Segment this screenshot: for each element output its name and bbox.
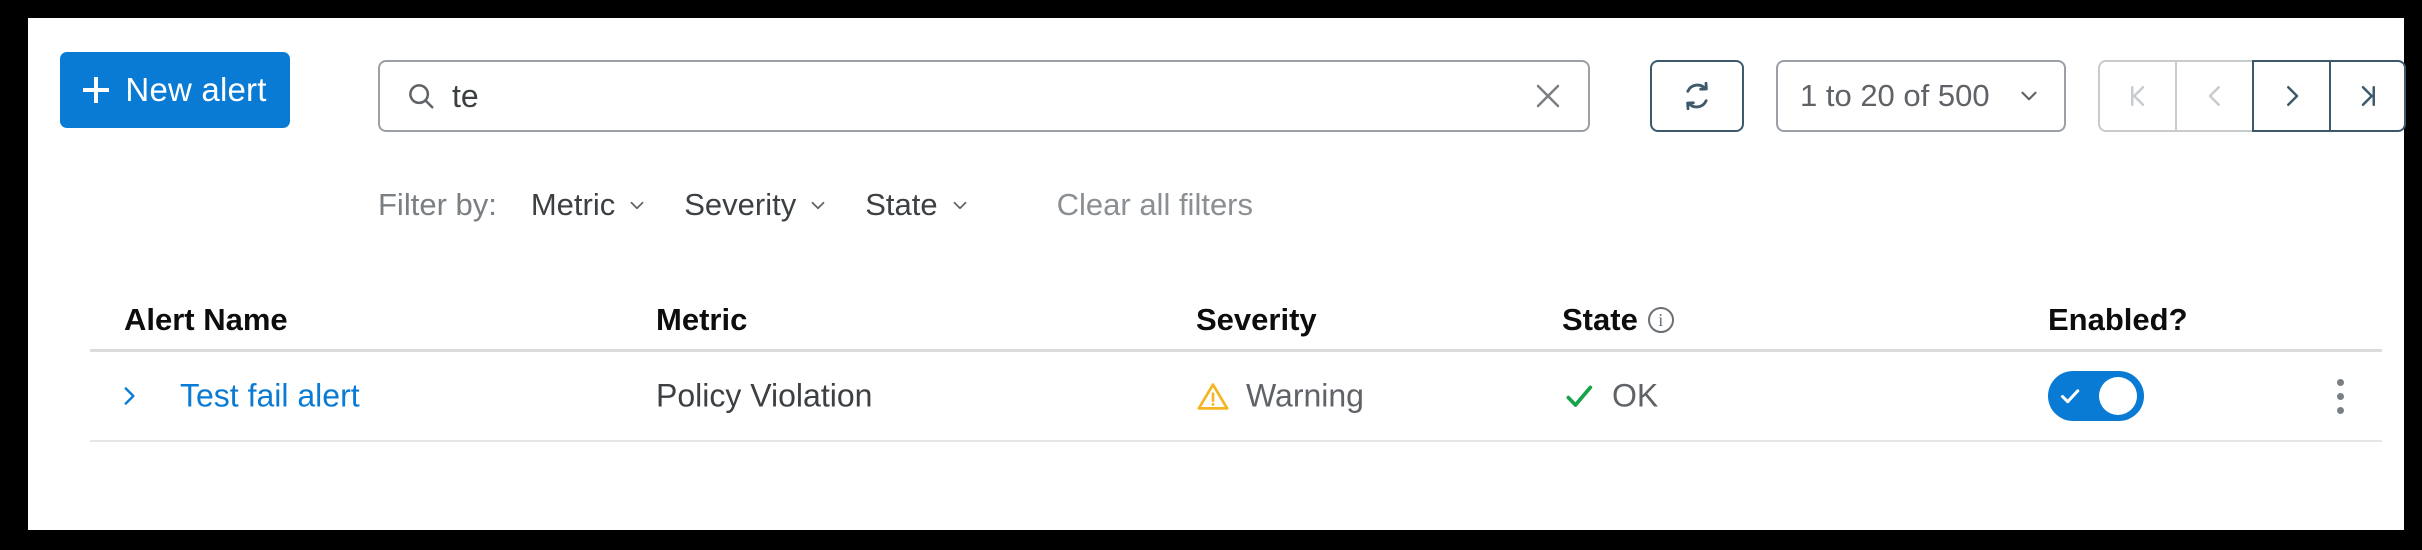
- row-expand-button[interactable]: [112, 376, 146, 416]
- filter-dropdown-state-label: State: [865, 187, 938, 222]
- kebab-menu-icon: [2336, 392, 2344, 400]
- toolbar: New alert te 1 to 20 of 500: [28, 18, 2406, 158]
- refresh-button[interactable]: [1650, 60, 1744, 132]
- search-icon: [409, 84, 434, 109]
- cell-alert-name: Test fail alert: [180, 378, 360, 415]
- row-menu-button[interactable]: [2318, 372, 2362, 420]
- chevron-down-icon: [953, 201, 966, 210]
- table-row: Test fail alert Policy Violation Warning: [90, 352, 2382, 442]
- severity-label: Warning: [1246, 377, 1364, 414]
- chevron-down-icon: [811, 201, 825, 210]
- column-header-severity: Severity: [1196, 302, 1317, 337]
- table-header-row: Alert Name Metric Severity State i Enabl…: [90, 280, 2382, 352]
- cell-severity: Warning: [1196, 378, 1364, 415]
- filter-dropdown-metric[interactable]: Metric: [531, 187, 648, 223]
- filter-dropdown-severity-label: Severity: [684, 187, 797, 222]
- column-header-state-label: State: [1562, 302, 1638, 337]
- check-icon: [2061, 389, 2080, 404]
- filter-by-label: Filter by:: [378, 187, 497, 222]
- first-page-icon: [2130, 86, 2144, 106]
- column-header-metric: Metric: [656, 302, 748, 337]
- search-input[interactable]: [452, 62, 1492, 130]
- pagination-controls: [2098, 60, 2406, 132]
- search-field[interactable]: [378, 60, 1590, 132]
- alerts-page: New alert te 1 to 20 of 500 Filter by: M…: [28, 18, 2406, 530]
- alert-name-link[interactable]: Test fail alert: [180, 378, 360, 415]
- chevron-right-icon: [2286, 86, 2298, 106]
- cell-metric: Policy Violation: [656, 377, 873, 414]
- new-alert-button-label: New alert: [125, 71, 267, 108]
- screenshot-frame: New alert te 1 to 20 of 500 Filter by: M…: [0, 0, 2422, 550]
- first-page-button[interactable]: [2098, 60, 2175, 132]
- next-page-button[interactable]: [2252, 60, 2329, 132]
- enabled-toggle[interactable]: [2048, 371, 2144, 421]
- page-range-label: 1 to 20 of 500: [1800, 78, 1990, 113]
- last-page-icon: [2361, 86, 2375, 106]
- filter-dropdown-severity[interactable]: Severity: [684, 187, 829, 223]
- close-icon: [1536, 84, 1560, 108]
- kebab-menu-icon: [2336, 406, 2344, 414]
- toggle-knob: [2099, 377, 2137, 415]
- state-label: OK: [1612, 377, 1659, 414]
- column-header-alert-name: Alert Name: [124, 302, 288, 337]
- refresh-icon: [1686, 81, 1708, 111]
- chevron-left-icon: [2208, 86, 2220, 106]
- check-icon: [1566, 385, 1593, 407]
- alerts-table: Alert Name Metric Severity State i Enabl…: [90, 280, 2382, 442]
- filter-dropdown-state[interactable]: State: [865, 187, 970, 223]
- column-header-state: State i: [1562, 302, 1674, 338]
- column-header-enabled: Enabled?: [2048, 302, 2188, 337]
- cell-state: OK: [1562, 378, 1658, 415]
- page-range-select[interactable]: 1 to 20 of 500: [1776, 60, 2066, 132]
- chevron-down-icon: [2021, 91, 2037, 101]
- chevron-right-icon: [124, 387, 135, 405]
- clear-search-button[interactable]: [1520, 68, 1576, 124]
- info-icon[interactable]: i: [1647, 307, 1674, 333]
- filter-dropdown-metric-label: Metric: [530, 187, 616, 222]
- filter-bar: Filter by: Metric Severity State Clear a…: [378, 180, 1253, 230]
- last-page-button[interactable]: [2329, 60, 2406, 132]
- warning-triangle-icon: [1197, 382, 1229, 410]
- kebab-menu-icon: [2336, 378, 2344, 386]
- clear-all-filters-link[interactable]: Clear all filters: [1057, 187, 1253, 223]
- new-alert-button[interactable]: New alert: [60, 52, 290, 128]
- previous-page-button[interactable]: [2175, 60, 2252, 132]
- chevron-down-icon: [630, 201, 644, 210]
- plus-icon: [83, 77, 110, 103]
